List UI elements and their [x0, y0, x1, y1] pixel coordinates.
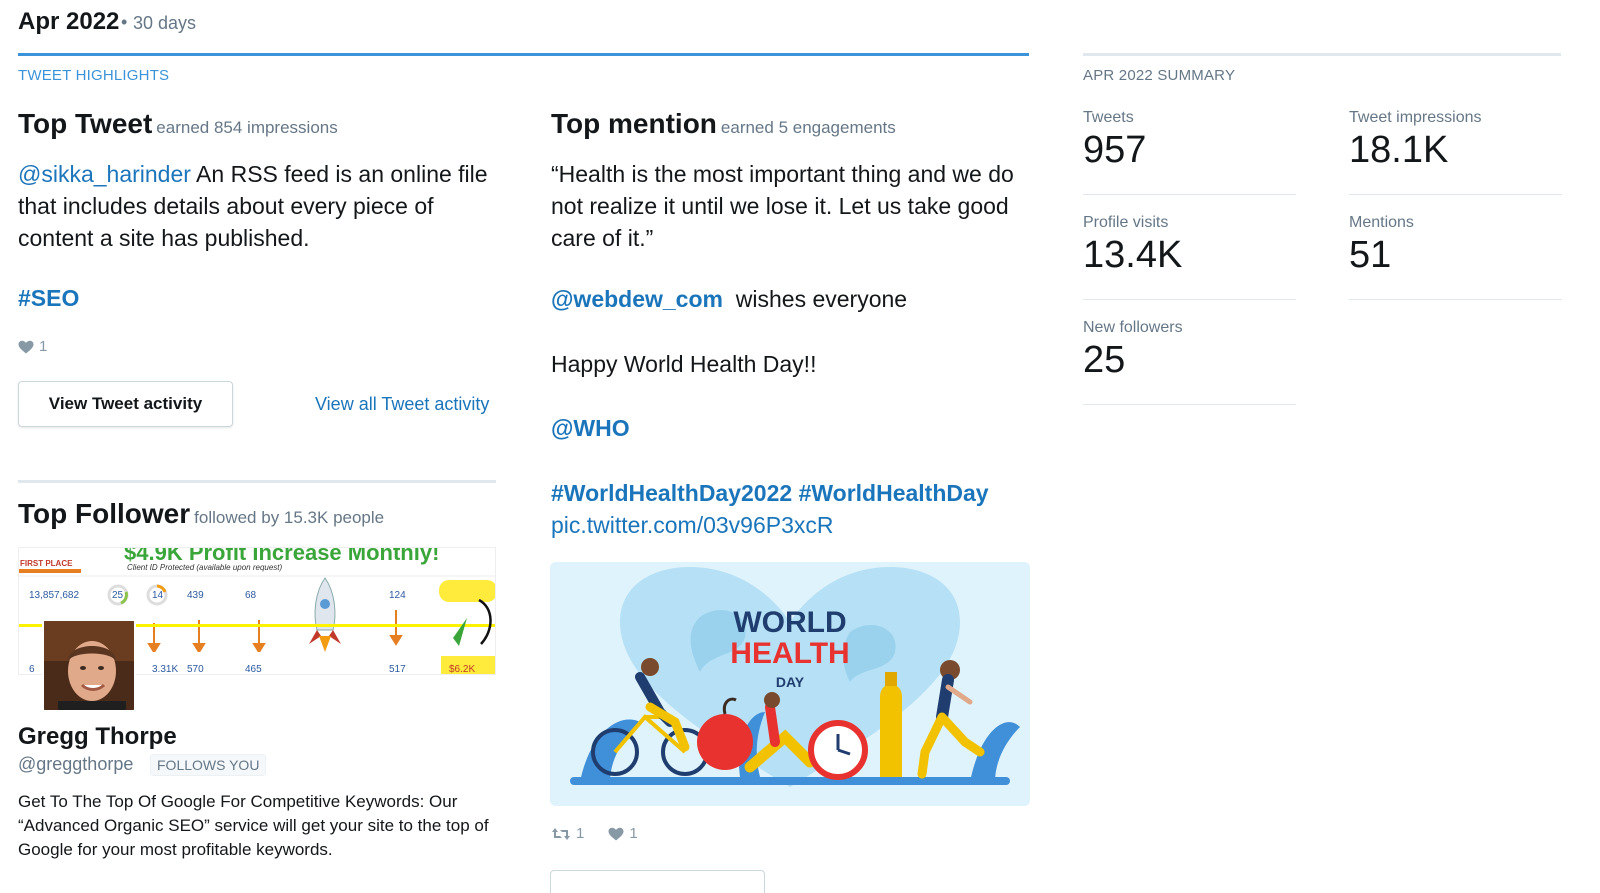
top-tweet-likes: 1: [18, 338, 47, 355]
summary-top-bar: [1083, 53, 1561, 56]
banner-top-stat: 124: [389, 590, 406, 601]
mention-hashtags-link[interactable]: #WorldHealthDay2022 #WorldHealthDay: [551, 480, 989, 507]
follower-divider: [18, 480, 496, 483]
metric-value: 957: [1083, 129, 1147, 171]
view-mention-activity-button[interactable]: [550, 870, 765, 893]
period-length: 30 days: [133, 13, 197, 33]
banner-subtext: Client ID Protected (available upon requ…: [127, 563, 283, 572]
metric-label: Tweet impressions: [1349, 109, 1482, 126]
mention-engagement-row: 1 1: [551, 825, 638, 842]
mention-webdew-link[interactable]: @webdew_com: [551, 286, 723, 312]
highlights-top-bar: [18, 53, 1029, 56]
top-tweet-mention-link[interactable]: @sikka_harinder: [18, 161, 191, 187]
mention-retweet-count: 1: [576, 825, 585, 842]
top-tweet-hashtag-link[interactable]: #SEO: [18, 285, 79, 312]
follower-avatar[interactable]: [42, 619, 136, 712]
top-mention-title: Top mention: [551, 108, 717, 139]
metric-value: 25: [1083, 339, 1126, 381]
top-tweet-heading: Top Tweet earned 854 impressions: [18, 108, 338, 140]
world-health-day-illustration: WORLD HEALTH DAY: [550, 562, 1030, 806]
metric-divider: [1349, 194, 1562, 195]
retweet-icon: [552, 827, 570, 840]
banner-top-stat: 13,857,682: [29, 590, 79, 601]
top-tweet-like-count: 1: [39, 338, 48, 355]
metric-divider: [1349, 299, 1562, 300]
summary-label: APR 2022 SUMMARY: [1083, 67, 1236, 84]
mention-likes: 1: [608, 825, 638, 842]
banner-brand: FIRST PLACE: [20, 559, 73, 568]
metric-tweets: Tweets 957: [1083, 109, 1296, 172]
follower-bio: Get To The Top Of Google For Competitive…: [18, 792, 489, 859]
banner-bottom-stat: 6: [29, 664, 35, 675]
banner-bottom-stat: 3.31K: [152, 664, 178, 675]
heart-icon: [18, 340, 34, 353]
top-tweet-title: Top Tweet: [18, 108, 153, 139]
metric-divider: [1083, 404, 1296, 405]
metric-tweet-impressions: Tweet impressions 18.1K: [1349, 109, 1562, 172]
metric-label: Profile visits: [1083, 214, 1169, 231]
metric-label: New followers: [1083, 319, 1183, 336]
banner-bottom-stat: 465: [245, 664, 262, 675]
banner-bottom-stat: $6.2K: [449, 664, 475, 675]
view-tweet-activity-button[interactable]: View Tweet activity: [18, 381, 233, 427]
follows-you-badge: FOLLOWS YOU: [150, 754, 267, 776]
banner-top-stat: 25: [112, 590, 124, 601]
banner-top-stat: 14: [152, 590, 164, 601]
mention-greeting: Happy World Health Day!!: [551, 351, 817, 377]
metric-new-followers: New followers 25: [1083, 319, 1296, 382]
top-follower-title: Top Follower: [18, 498, 191, 529]
top-mention-heading: Top mention earned 5 engagements: [551, 108, 896, 140]
world-health-day-image[interactable]: WORLD HEALTH DAY: [550, 562, 1030, 806]
mention-like-count: 1: [629, 825, 638, 842]
metric-profile-visits: Profile visits 13.4K: [1083, 214, 1296, 277]
mention-wish-line: @webdew_com wishes everyone: [551, 286, 907, 313]
tweet-highlights-label: TWEET HIGHLIGHTS: [18, 67, 170, 84]
metric-mentions: Mentions 51: [1349, 214, 1562, 277]
metric-label: Mentions: [1349, 214, 1414, 231]
mention-wish-text: wishes everyone: [722, 286, 908, 312]
mention-who-link[interactable]: @WHO: [551, 415, 630, 442]
heart-icon: [608, 827, 624, 840]
top-mention-subtitle: earned 5 engagements: [720, 118, 896, 137]
period-month: Apr 2022: [18, 8, 120, 35]
metric-value: 18.1K: [1349, 129, 1449, 171]
mention-retweets: 1: [551, 825, 584, 842]
image-title-world: WORLD: [733, 606, 846, 639]
top-tweet-text: @sikka_harinder An RSS feed is an online…: [18, 158, 503, 254]
top-follower-heading: Top Follower followed by 15.3K people: [18, 498, 384, 530]
view-all-tweet-activity-link[interactable]: View all Tweet activity: [315, 394, 489, 415]
metric-value: 13.4K: [1083, 234, 1183, 276]
top-follower-subtitle: followed by 15.3K people: [194, 508, 385, 527]
metric-divider: [1083, 299, 1296, 300]
top-tweet-subtitle: earned 854 impressions: [156, 118, 338, 137]
metric-value: 51: [1349, 234, 1392, 276]
metric-divider: [1083, 194, 1296, 195]
image-title-health: HEALTH: [730, 637, 849, 670]
banner-top-stat: 439: [187, 590, 204, 601]
banner-bottom-stat: 570: [187, 664, 204, 675]
metric-label: Tweets: [1083, 109, 1134, 126]
follower-handle[interactable]: @greggthorpe: [18, 754, 133, 775]
follower-name[interactable]: Gregg Thorpe: [18, 723, 177, 751]
period-separator: •: [121, 12, 128, 32]
banner-top-stat: 68: [245, 590, 257, 601]
banner-bottom-stat: 517: [389, 664, 406, 675]
image-title-day: DAY: [776, 674, 805, 690]
avatar-photo: [44, 621, 134, 710]
mention-pic-link[interactable]: pic.twitter.com/03v96P3xcR: [551, 512, 834, 539]
mention-quote-text: “Health is the most important thing and …: [551, 161, 1014, 251]
